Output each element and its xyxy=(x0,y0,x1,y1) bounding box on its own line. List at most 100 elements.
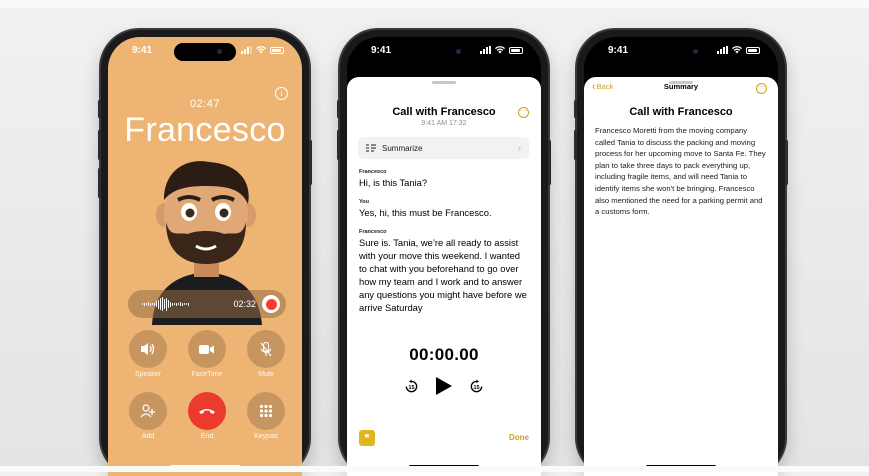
speaker-button[interactable]: Speaker xyxy=(129,330,167,378)
cellular-signal-icon xyxy=(241,46,252,54)
wifi-icon xyxy=(495,46,505,54)
waveform-bar xyxy=(170,301,171,307)
record-dot-icon xyxy=(265,298,277,310)
add-person-icon xyxy=(140,404,155,418)
waveform-bar xyxy=(146,303,147,305)
summarize-label: Summarize xyxy=(382,143,423,153)
transcript-entry: You Yes, hi, this must be Francesco. xyxy=(359,199,529,219)
transcript-sheet: Call with Francesco 9:41 AM 17:32 ··· Su… xyxy=(347,77,541,476)
side-button xyxy=(98,100,101,118)
top-frame-edge xyxy=(0,0,869,8)
summary-body: Francesco Moretti from the moving compan… xyxy=(595,126,766,217)
volume-up-button xyxy=(574,130,577,160)
phone-transcript-screen: 9:41 Call with Francesco 9:41 AM 17:32 ·… xyxy=(337,30,551,476)
transcript-text: Yes, hi, this must be Francesco. xyxy=(359,207,492,218)
waveform-bar xyxy=(158,299,159,309)
keypad-icon xyxy=(259,404,273,418)
volume-up-button xyxy=(337,130,340,160)
skip-back-label: 15 xyxy=(408,384,414,390)
dynamic-island xyxy=(174,43,236,61)
transcript-date: 9:41 AM 17:32 xyxy=(421,120,467,127)
battery-icon xyxy=(746,46,760,54)
side-button xyxy=(337,100,340,118)
nav-title: Summary xyxy=(663,82,699,91)
caller-name: Francesco xyxy=(124,111,286,149)
volume-up-button xyxy=(98,130,101,160)
playback-controls: 15 15 xyxy=(347,376,541,396)
skip-forward-15-icon[interactable]: 15 xyxy=(469,378,484,394)
status-time: 9:41 xyxy=(371,44,392,56)
waveform-bar xyxy=(178,303,179,305)
chevron-right-icon: › xyxy=(518,143,521,153)
battery-icon xyxy=(509,46,523,54)
cellular-signal-icon xyxy=(717,46,728,54)
waveform-bar xyxy=(160,298,161,310)
cellular-signal-icon xyxy=(480,46,491,54)
phone-summary-screen: 9:41 ‹ Back Summary ··· Call with France… xyxy=(574,30,788,476)
summary-sheet: ‹ Back Summary ··· Call with Francesco F… xyxy=(584,77,778,476)
control-label: Speaker xyxy=(134,371,162,378)
power-button xyxy=(785,140,788,185)
transcript-text: Hi, is this Tania? xyxy=(359,177,428,188)
status-time: 9:41 xyxy=(608,44,629,56)
quote-icon[interactable]: ❞ xyxy=(359,430,375,446)
more-options-icon[interactable]: ··· xyxy=(518,107,529,118)
speaker-name: Francesco xyxy=(359,169,387,175)
playback-timer: 00:00.00 xyxy=(409,345,479,364)
more-options-icon[interactable]: ··· xyxy=(756,83,767,94)
waveform-bar xyxy=(180,302,181,306)
facetime-button[interactable]: FaceTime xyxy=(188,330,226,378)
waveform-bar xyxy=(156,301,157,307)
add-call-button[interactable]: Add xyxy=(129,392,167,440)
speaker-name: You xyxy=(359,199,369,205)
waveform-bar xyxy=(186,303,187,305)
waveform-bar xyxy=(164,299,165,309)
control-label: Add xyxy=(141,433,155,440)
side-button xyxy=(574,100,577,118)
status-time: 9:41 xyxy=(132,44,153,56)
video-icon xyxy=(199,344,214,354)
battery-icon xyxy=(270,46,284,54)
call-recording-bar: 02:32 xyxy=(128,290,286,318)
end-call-button[interactable]: End xyxy=(188,392,226,440)
play-button[interactable] xyxy=(435,376,453,396)
sheet-grabber[interactable] xyxy=(432,81,456,84)
waveform-bar xyxy=(172,302,173,306)
skip-back-15-icon[interactable]: 15 xyxy=(404,378,419,394)
audio-waveform xyxy=(142,296,233,312)
volume-down-button xyxy=(98,168,101,198)
call-duration: 02:47 xyxy=(189,98,221,110)
speaker-name: Francesco xyxy=(359,229,387,235)
transcript-screen: 9:41 Call with Francesco 9:41 AM 17:32 ·… xyxy=(347,37,541,476)
summary-lines-icon xyxy=(366,144,376,152)
summarize-button[interactable]: Summarize › xyxy=(358,137,529,159)
wifi-icon xyxy=(256,46,266,54)
skip-forward-label: 15 xyxy=(473,384,479,390)
control-label: End xyxy=(200,433,214,440)
waveform-bar xyxy=(166,297,167,311)
bottom-frame-edge xyxy=(0,466,869,472)
waveform-bar xyxy=(142,303,143,305)
done-button[interactable]: Done xyxy=(509,433,529,442)
waveform-bar xyxy=(184,303,185,305)
power-button xyxy=(309,140,312,185)
summary-title: Call with Francesco xyxy=(629,106,733,118)
speaker-icon xyxy=(141,343,155,355)
transcript-entry: Francesco Hi, is this Tania? xyxy=(359,169,529,189)
wifi-icon xyxy=(732,46,742,54)
phone-call-screen: 9:41 i 02:47 Francesco 02:32 Speaker Fac… xyxy=(98,30,312,476)
mute-button[interactable]: Mute xyxy=(247,330,285,378)
waveform-bar xyxy=(148,302,149,306)
control-label: Keypad xyxy=(254,433,278,440)
keypad-button[interactable]: Keypad xyxy=(247,392,285,440)
stop-recording-button[interactable] xyxy=(262,295,280,313)
end-call-icon xyxy=(199,409,215,414)
call-screen: 9:41 i 02:47 Francesco 02:32 Speaker Fac… xyxy=(108,37,302,476)
waveform-bar xyxy=(152,303,153,305)
summary-screen: 9:41 ‹ Back Summary ··· Call with France… xyxy=(584,37,778,476)
dynamic-island xyxy=(413,43,475,61)
waveform-bar xyxy=(144,302,145,306)
waveform-bar xyxy=(168,300,169,308)
waveform-bar xyxy=(176,302,177,306)
waveform-bar xyxy=(162,297,163,311)
